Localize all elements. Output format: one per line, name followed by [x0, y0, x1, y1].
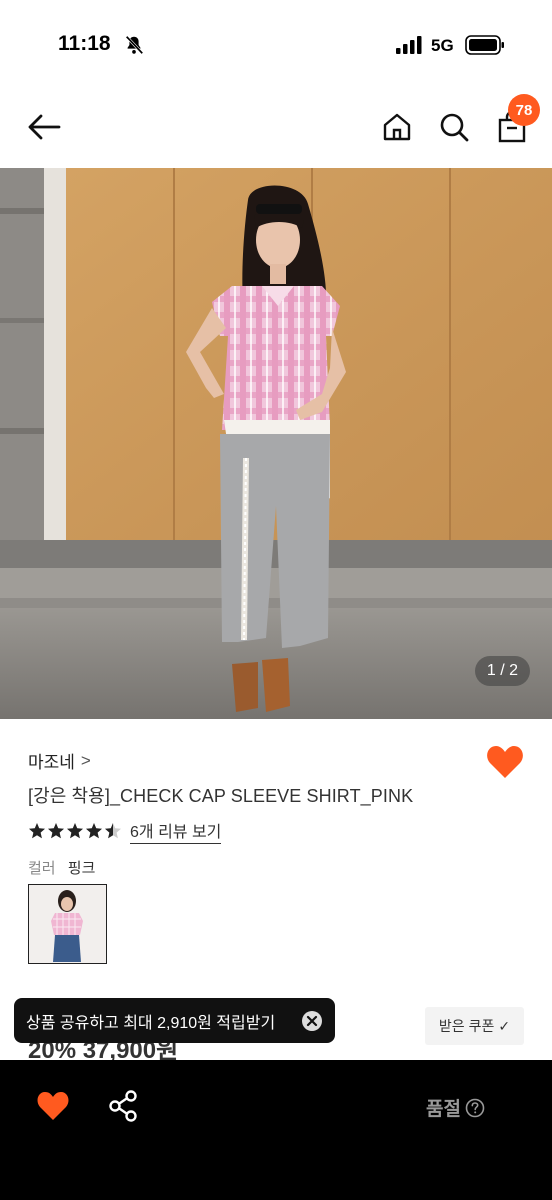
coupon-label: 받은 쿠폰	[438, 1018, 495, 1034]
thumbnail-photo	[29, 885, 105, 962]
battery-icon	[465, 35, 504, 55]
sold-out-label: 품절	[426, 1094, 485, 1121]
star-rating	[28, 822, 122, 840]
star-icon	[105, 823, 121, 839]
bottom-action-bar: 품절	[0, 1060, 552, 1200]
image-counter: 1 / 2	[474, 656, 530, 686]
review-link[interactable]: 6개 리뷰 보기	[130, 818, 222, 844]
back-arrow-icon	[28, 114, 61, 140]
product-title: [강은 착용]_CHECK CAP SLEEVE SHIRT_PINK	[28, 786, 414, 806]
brand-name: 마조네	[28, 753, 75, 772]
star-icon	[86, 823, 102, 839]
color-thumbnail[interactable]	[28, 884, 107, 964]
network-type: 5G	[431, 36, 454, 55]
star-icon	[67, 823, 83, 839]
toast-message: 상품 공유하고 최대 2,910원 적립받기	[26, 1014, 276, 1032]
back-button[interactable]	[24, 108, 64, 146]
chevron-right-icon: >	[80, 750, 91, 770]
check-icon: ✓	[498, 1017, 511, 1034]
product-image[interactable]: 1 / 2	[0, 168, 552, 719]
top-nav	[0, 90, 552, 168]
share-icon[interactable]	[108, 1090, 138, 1122]
brand-link[interactable]: 마조네 >	[28, 748, 91, 773]
bell-off-icon	[125, 35, 144, 55]
star-icon	[29, 823, 45, 839]
home-icon	[383, 113, 411, 141]
home-button[interactable]	[380, 108, 414, 146]
cart-count-badge: 78	[508, 94, 540, 126]
share-reward-toast[interactable]: 상품 공유하고 최대 2,910원 적립받기	[14, 998, 335, 1043]
rating-row: 6개 리뷰 보기	[28, 818, 222, 844]
close-icon[interactable]	[301, 1010, 323, 1032]
sold-out-text: 품절	[426, 1099, 461, 1120]
search-button[interactable]	[436, 108, 472, 146]
wishlist-heart-icon[interactable]	[486, 744, 524, 780]
color-label: 컬러	[28, 860, 56, 877]
heart-icon[interactable]	[36, 1090, 70, 1122]
product-photo	[0, 168, 552, 719]
search-icon	[440, 113, 469, 142]
received-coupon-button[interactable]: 받은 쿠폰 ✓	[425, 1007, 524, 1045]
status-bar: 11:18 5G	[0, 0, 552, 90]
color-value: 핑크	[67, 860, 96, 877]
star-icon	[48, 823, 64, 839]
color-option-row: 컬러 핑크	[28, 857, 95, 878]
status-time: 11:18	[58, 32, 111, 55]
help-icon[interactable]	[465, 1098, 485, 1118]
signal-icon	[396, 36, 422, 54]
